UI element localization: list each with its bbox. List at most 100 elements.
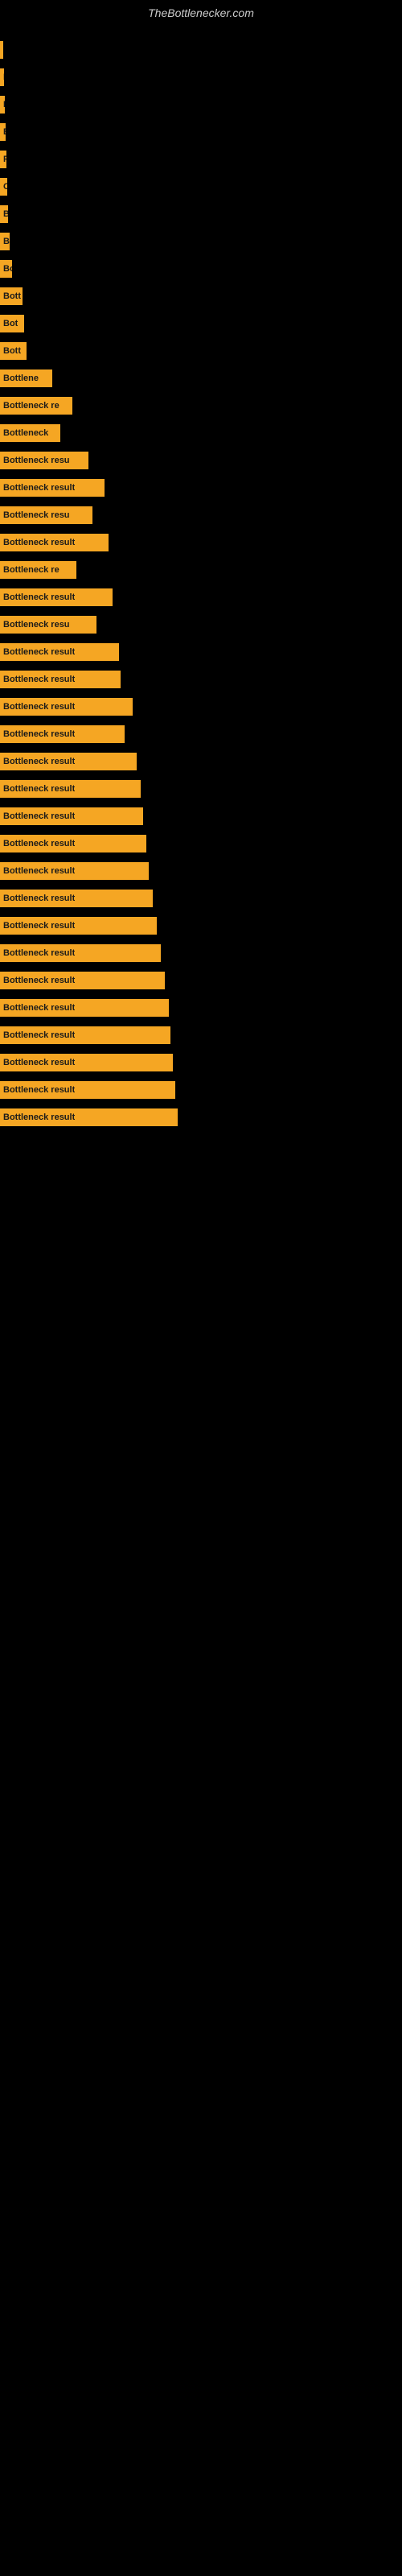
bar-27: Bottleneck result [0, 753, 137, 770]
bar-row: Bottleneck result [0, 1024, 402, 1046]
bar-label-12: Bott [3, 346, 21, 356]
bar-row: Bottleneck result [0, 477, 402, 499]
bar-row: Bottleneck result [0, 1051, 402, 1074]
bar-row: Bottleneck result [0, 1079, 402, 1101]
bar-row: B [0, 230, 402, 253]
bar-25: Bottleneck result [0, 698, 133, 716]
bar-14: Bottleneck re [0, 397, 72, 415]
site-title: TheBottlenecker.com [0, 0, 402, 23]
bar-label-39: Bottleneck result [3, 1085, 75, 1095]
bar-row: F [0, 93, 402, 116]
bar-row: Bottleneck re [0, 394, 402, 417]
bar-row: B [0, 121, 402, 143]
bar-row: Bottleneck resu [0, 504, 402, 526]
bar-label-28: Bottleneck result [3, 784, 75, 794]
bar-label-3: F [3, 100, 5, 109]
bar-label-30: Bottleneck result [3, 839, 75, 848]
bar-row [0, 39, 402, 61]
bar-row: Bottleneck result [0, 641, 402, 663]
bar-label-10: Bott [3, 291, 21, 301]
bar-label-37: Bottleneck result [3, 1030, 75, 1040]
bar-37: Bottleneck result [0, 1026, 170, 1044]
bar-8: B [0, 233, 10, 250]
bar-label-7: B [3, 209, 8, 219]
bar-36: Bottleneck result [0, 999, 169, 1017]
bar-38: Bottleneck result [0, 1054, 173, 1071]
bar-label-20: Bottleneck re [3, 565, 59, 575]
bar-20: Bottleneck re [0, 561, 76, 579]
bar-5: F [0, 151, 6, 168]
bar-label-5: F [3, 155, 6, 164]
bar-label-11: Bot [3, 319, 18, 328]
bar-21: Bottleneck result [0, 588, 113, 606]
bar-12: Bott [0, 342, 27, 360]
bar-row: Bottleneck result [0, 531, 402, 554]
bar-label-35: Bottleneck result [3, 976, 75, 985]
bar-13: Bottlene [0, 369, 52, 387]
bar-40: Bottleneck result [0, 1108, 178, 1126]
bar-label-13: Bottlene [3, 374, 39, 383]
bar-row: Bottleneck result [0, 942, 402, 964]
bar-label-2: F [3, 72, 4, 82]
bar-32: Bottleneck result [0, 890, 153, 907]
bar-label-31: Bottleneck result [3, 866, 75, 876]
bar-4: B [0, 123, 6, 141]
bar-row: F [0, 148, 402, 171]
bar-label-40: Bottleneck result [3, 1113, 75, 1122]
bar-label-36: Bottleneck result [3, 1003, 75, 1013]
bar-6: C [0, 178, 7, 196]
bar-row: Bot [0, 312, 402, 335]
bar-row: Bottlene [0, 367, 402, 390]
bar-row: Bottleneck resu [0, 449, 402, 472]
bar-34: Bottleneck result [0, 944, 161, 962]
bar-28: Bottleneck result [0, 780, 141, 798]
bar-label-27: Bottleneck result [3, 757, 75, 766]
bar-row: Bottleneck result [0, 778, 402, 800]
bar-label-6: C [3, 182, 7, 192]
bar-label-24: Bottleneck result [3, 675, 75, 684]
bar-row: Bott [0, 340, 402, 362]
bar-label-15: Bottleneck [3, 428, 48, 438]
bar-row: C [0, 175, 402, 198]
bar-label-33: Bottleneck result [3, 921, 75, 931]
bar-label-19: Bottleneck result [3, 538, 75, 547]
bar-33: Bottleneck result [0, 917, 157, 935]
bar-11: Bot [0, 315, 24, 332]
bar-label-38: Bottleneck result [3, 1058, 75, 1067]
bar-label-21: Bottleneck result [3, 592, 75, 602]
bar-label-26: Bottleneck result [3, 729, 75, 739]
bar-row: Bottleneck result [0, 969, 402, 992]
bar-label-22: Bottleneck resu [3, 620, 70, 630]
bar-17: Bottleneck result [0, 479, 105, 497]
bar-label-18: Bottleneck resu [3, 510, 70, 520]
bars-container: F F B F C B B Bo Bott Bot Bott Bottlene Bottleneck r… [0, 23, 402, 1133]
bar-label-14: Bottleneck re [3, 401, 59, 411]
bar-row: Bottleneck result [0, 586, 402, 609]
bar-35: Bottleneck result [0, 972, 165, 989]
bar-row: Bottleneck result [0, 887, 402, 910]
bar-row: Bo [0, 258, 402, 280]
bar-9: Bo [0, 260, 12, 278]
bar-label-23: Bottleneck result [3, 647, 75, 657]
bar-row: Bottleneck result [0, 668, 402, 691]
bar-row: Bottleneck result [0, 832, 402, 855]
bar-23: Bottleneck result [0, 643, 119, 661]
bar-18: Bottleneck resu [0, 506, 92, 524]
bar-22: Bottleneck resu [0, 616, 96, 634]
bar-19: Bottleneck result [0, 534, 109, 551]
bar-2: F [0, 68, 4, 86]
bar-label-16: Bottleneck resu [3, 456, 70, 465]
bar-row: Bottleneck result [0, 914, 402, 937]
bar-16: Bottleneck resu [0, 452, 88, 469]
bar-row: Bottleneck result [0, 997, 402, 1019]
bar-row: Bottleneck result [0, 696, 402, 718]
bar-30: Bottleneck result [0, 835, 146, 852]
bar-31: Bottleneck result [0, 862, 149, 880]
bar-row: Bottleneck resu [0, 613, 402, 636]
bar-label-29: Bottleneck result [3, 811, 75, 821]
bar-row: Bottleneck result [0, 723, 402, 745]
bar-row: B [0, 203, 402, 225]
bar-row: Bottleneck result [0, 860, 402, 882]
bar-row: F [0, 66, 402, 89]
bar-row: Bottleneck [0, 422, 402, 444]
